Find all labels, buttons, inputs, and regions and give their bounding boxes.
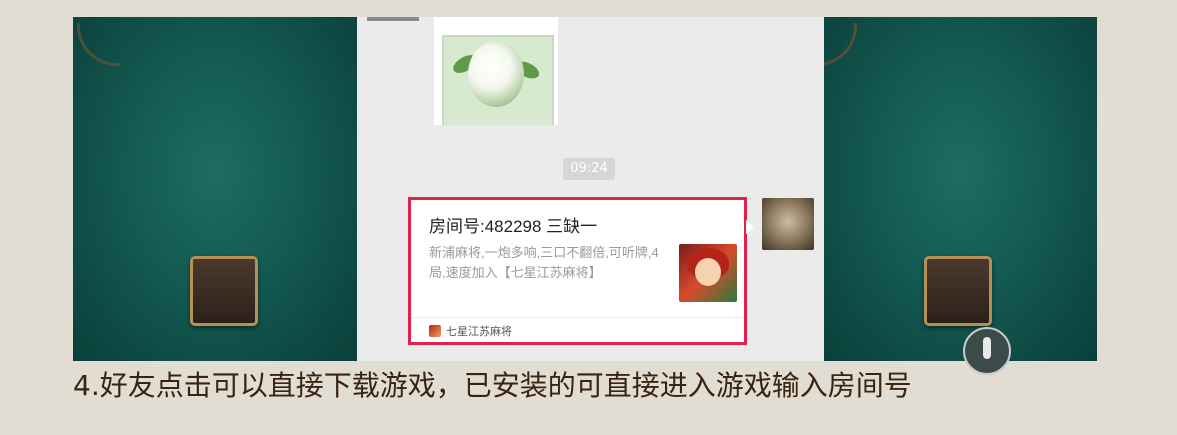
app-name: 七星江苏麻将 xyxy=(446,326,512,338)
instruction-frame: 09:24 房间号:482298 三缺一 新浦麻将,一炮多响,三口不翻倍,可听牌… xyxy=(0,0,1177,435)
game-table-right xyxy=(814,17,1097,361)
mahjong-tile-button-left[interactable] xyxy=(190,256,258,326)
thumb-face xyxy=(695,258,721,286)
card-footer: 七星江苏麻将 xyxy=(429,321,512,341)
room-invite-card[interactable]: 房间号:482298 三缺一 新浦麻将,一炮多响,三口不翻倍,可听牌,4局,速度… xyxy=(408,197,747,345)
mahjong-tile-button-right[interactable] xyxy=(924,256,992,326)
previous-avatar xyxy=(367,17,419,21)
corner-ornament xyxy=(77,23,120,66)
room-description: 新浦麻将,一炮多响,三口不翻倍,可听牌,4局,速度加入【七星江苏麻将】 xyxy=(429,245,659,280)
sender-avatar[interactable] xyxy=(762,198,814,250)
game-thumbnail xyxy=(679,244,737,302)
card-divider xyxy=(411,317,744,318)
flower-bouquet xyxy=(468,41,524,107)
chat-panel: 09:24 房间号:482298 三缺一 新浦麻将,一炮多响,三口不翻倍,可听牌… xyxy=(357,17,824,361)
assist-knob-icon xyxy=(983,337,991,359)
greeting-image[interactable] xyxy=(434,17,558,125)
message-timestamp: 09:24 xyxy=(563,158,615,180)
app-icon xyxy=(429,325,441,337)
bubble-tail xyxy=(746,220,754,234)
instruction-caption: 4.好友点击可以直接下载游戏，已安装的可直接进入游戏输入房间号 xyxy=(73,369,912,402)
game-table-left xyxy=(73,17,357,361)
room-title: 房间号:482298 三缺一 xyxy=(429,217,598,236)
game-screenshot: 09:24 房间号:482298 三缺一 新浦麻将,一炮多响,三口不翻倍,可听牌… xyxy=(73,17,1097,361)
